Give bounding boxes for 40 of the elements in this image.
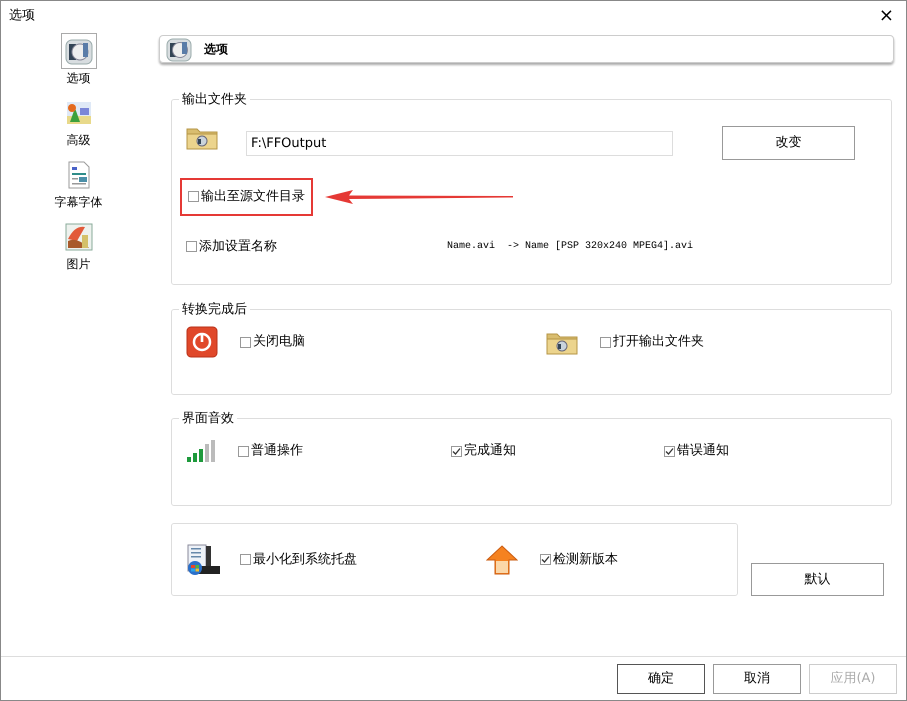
group-title: 输出文件夹	[181, 93, 248, 106]
checkbox[interactable]	[240, 554, 251, 565]
window-title: 选项	[9, 7, 35, 26]
group-title: 转换完成后	[181, 303, 248, 316]
change-button[interactable]: 改变	[722, 126, 855, 160]
sidebar-item[interactable]: 字幕字体	[54, 157, 102, 211]
group-title: 界面音效	[181, 412, 235, 425]
checkbox-label[interactable]: 错误通知	[677, 441, 729, 461]
filename-example: Name.avi -> Name [PSP 320x240 MPEG4].avi	[447, 240, 694, 254]
checkbox[interactable]	[451, 446, 462, 456]
sidebar-item[interactable]: 图片	[60, 219, 96, 273]
checkbox-label[interactable]: 最小化到系统托盘	[253, 550, 357, 570]
checkbox[interactable]	[664, 446, 675, 456]
tray-window-icon	[186, 544, 220, 576]
checkbox-label[interactable]: 添加设置名称	[199, 236, 277, 256]
checkbox[interactable]	[186, 241, 197, 252]
checkbox[interactable]	[600, 336, 611, 348]
checkbox[interactable]	[188, 191, 199, 202]
up-arrow-icon	[486, 544, 518, 574]
checkbox-label[interactable]: 打开输出文件夹	[613, 332, 704, 352]
sidebar-item[interactable]: 高级	[60, 95, 96, 149]
power-icon	[186, 326, 218, 358]
painting-icon	[64, 223, 92, 251]
checkbox-label[interactable]: 输出至源文件目录	[201, 187, 305, 206]
checkbox-label[interactable]: 完成通知	[464, 441, 516, 461]
checkbox-label[interactable]: 普通操作	[251, 441, 303, 461]
close-button[interactable]: ×	[874, 7, 898, 25]
default-button[interactable]: 默认	[751, 563, 884, 596]
checkbox[interactable]	[240, 336, 251, 348]
volume-bars-icon	[186, 439, 216, 463]
document-icon	[66, 161, 90, 189]
landscape-shapes-icon	[66, 100, 92, 126]
dialog-button[interactable]: 取消	[713, 664, 801, 694]
path-field[interactable]: F:\FFOutput	[246, 130, 673, 156]
checkbox-label[interactable]: 检测新版本	[553, 550, 618, 570]
dialog-button[interactable]: 确定	[617, 664, 705, 694]
checkbox[interactable]	[238, 446, 249, 456]
checkbox[interactable]	[540, 554, 551, 565]
checkbox-label[interactable]: 关闭电脑	[253, 332, 305, 352]
header-title: 选项	[204, 41, 228, 58]
